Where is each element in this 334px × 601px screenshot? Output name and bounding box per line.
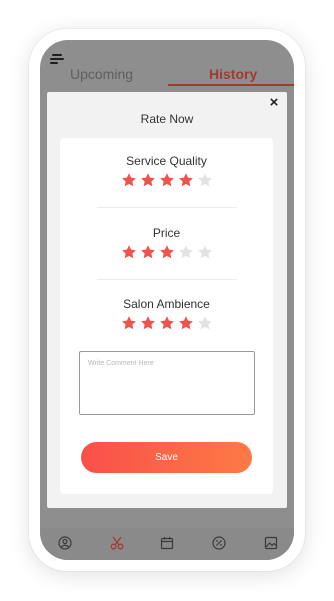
divider <box>97 207 237 208</box>
hamburger-icon[interactable] <box>50 53 66 65</box>
tab-upcoming[interactable]: Upcoming <box>70 66 133 82</box>
star-filled-icon[interactable] <box>121 315 137 331</box>
star-empty-icon[interactable] <box>178 244 194 260</box>
star-filled-icon[interactable] <box>178 315 194 331</box>
star-filled-icon[interactable] <box>178 172 194 188</box>
gallery-icon[interactable] <box>264 536 278 550</box>
discount-icon[interactable] <box>212 536 226 550</box>
rating-label: Salon Ambience <box>123 297 210 311</box>
star-empty-icon[interactable] <box>197 244 213 260</box>
star-empty-icon[interactable] <box>197 172 213 188</box>
star-filled-icon[interactable] <box>121 172 137 188</box>
modal-title: Rate Now <box>140 112 194 126</box>
star-filled-icon[interactable] <box>121 244 137 260</box>
active-tab-indicator <box>168 84 294 86</box>
star-filled-icon[interactable] <box>159 172 175 188</box>
comment-field[interactable] <box>79 351 255 415</box>
star-filled-icon[interactable] <box>140 172 156 188</box>
star-filled-icon[interactable] <box>140 244 156 260</box>
rating-price: Price <box>60 226 273 260</box>
rating-label: Price <box>152 226 181 240</box>
rating-label: Service Quality <box>126 154 207 168</box>
rating-card: Service Quality Price Salon Ambience Sav… <box>60 138 273 494</box>
app-screen: Upcoming History × Rate Now Service Qual… <box>40 40 294 560</box>
star-rating <box>60 172 273 188</box>
profile-icon[interactable] <box>58 536 72 550</box>
rating-service-quality: Service Quality <box>60 154 273 188</box>
star-rating <box>60 315 273 331</box>
save-button[interactable]: Save <box>81 442 252 473</box>
star-filled-icon[interactable] <box>159 315 175 331</box>
bottom-nav <box>40 528 294 560</box>
calendar-icon[interactable] <box>160 536 174 550</box>
tab-history[interactable]: History <box>209 66 257 82</box>
star-filled-icon[interactable] <box>140 315 156 331</box>
rate-now-modal: × Rate Now Service Quality Price Salon A… <box>47 92 287 508</box>
close-icon[interactable]: × <box>267 95 281 110</box>
star-rating <box>60 244 273 260</box>
star-filled-icon[interactable] <box>159 244 175 260</box>
star-empty-icon[interactable] <box>197 315 213 331</box>
divider <box>97 279 237 280</box>
tab-bar: Upcoming History <box>40 66 294 86</box>
scissors-icon[interactable] <box>110 536 124 550</box>
rating-salon-ambience: Salon Ambience <box>60 297 273 331</box>
phone-frame: Upcoming History × Rate Now Service Qual… <box>29 29 305 571</box>
